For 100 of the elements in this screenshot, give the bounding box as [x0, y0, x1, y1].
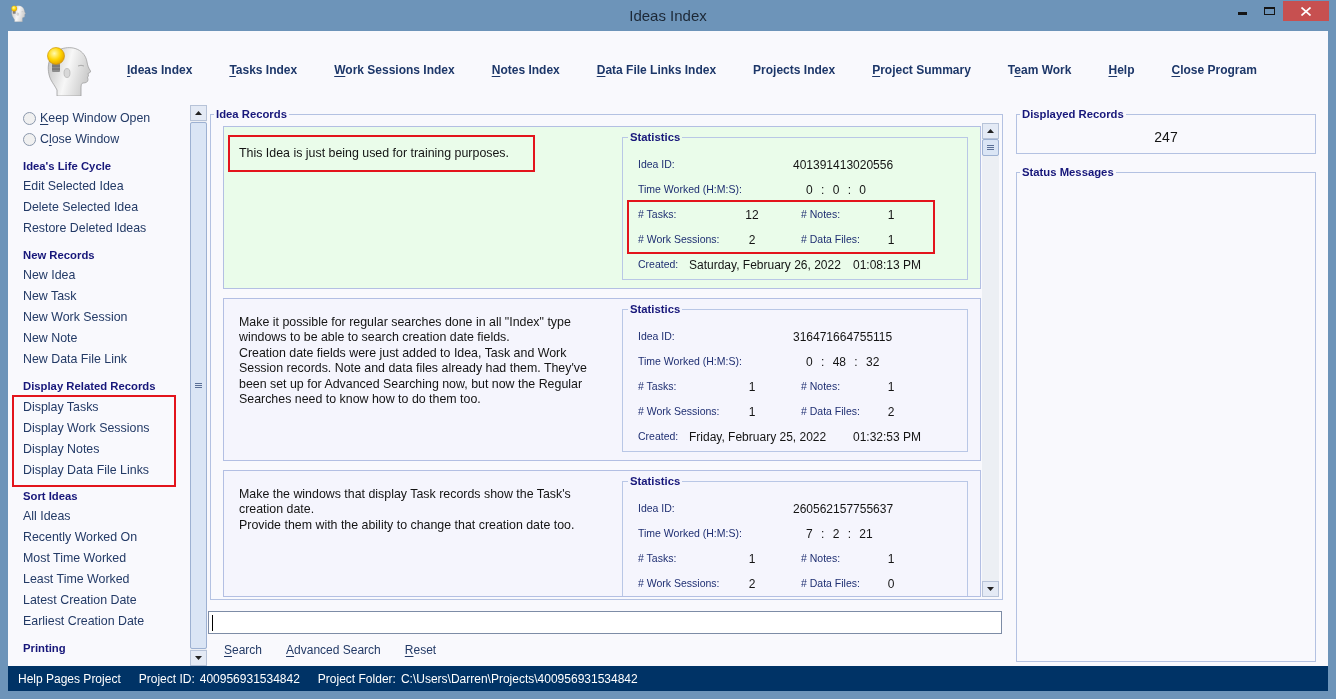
menu-link[interactable]: Ideas Index: [127, 63, 193, 78]
action-link[interactable]: Advanced Search: [286, 641, 381, 659]
description-text: Make the windows that display Task records show the Task's creation date. Provide them with the ability to change that creation date too.: [239, 487, 576, 534]
field-label: # Work Sessions:: [638, 403, 720, 419]
section-heading: Idea's Life Cycle: [23, 158, 112, 174]
action-link[interactable]: Reset: [404, 641, 437, 659]
field-value: 2: [748, 231, 756, 249]
field-label: # Tasks:: [638, 550, 677, 566]
up-arrow-icon: [987, 129, 994, 133]
field-value: 0: [887, 575, 895, 593]
field-value: 1: [748, 378, 756, 396]
search-field[interactable]: [208, 611, 1002, 634]
field-label: # Notes:: [801, 378, 841, 394]
field-label: # Data Files:: [801, 575, 860, 591]
sidebar-link[interactable]: Recently Worked On: [23, 528, 138, 547]
field-value: 1: [887, 378, 895, 396]
close-icon: [1301, 6, 1311, 16]
scroll-up-button[interactable]: [982, 123, 999, 139]
sidebar-link[interactable]: Latest Creation Date: [23, 591, 137, 610]
sidebar-link[interactable]: All Ideas: [23, 507, 71, 526]
field-value: 12: [745, 206, 759, 224]
sidebar-link[interactable]: New Work Session: [23, 308, 128, 327]
field-value: 0 : 48 : 32: [806, 353, 880, 371]
field-value: 401391413020556: [793, 156, 894, 174]
sidebar-link[interactable]: Restore Deleted Ideas: [23, 219, 147, 238]
section-heading: Printing: [23, 640, 66, 656]
menu-link[interactable]: Work Sessions Index: [334, 63, 455, 78]
field-value: Friday, February 25, 2022: [689, 428, 827, 446]
status-text: Project ID: 400956931534842: [138, 670, 300, 688]
sidebar-link[interactable]: Least Time Worked: [23, 570, 130, 589]
field-label: # Data Files:: [801, 231, 860, 247]
menu-link[interactable]: Tasks Index: [229, 63, 298, 78]
grip-icon: [195, 383, 202, 388]
up-arrow-icon: [195, 111, 202, 115]
option-label[interactable]: Close Window: [40, 130, 120, 149]
scroll-down-button[interactable]: [190, 650, 207, 666]
sidebar-link[interactable]: Edit Selected Idea: [23, 177, 124, 196]
group-title: Displayed Records: [1021, 107, 1125, 121]
menu-link[interactable]: Team Work: [1007, 63, 1072, 78]
record-card[interactable]: [223, 298, 981, 461]
record-count: 247: [1154, 127, 1178, 147]
down-arrow-icon: [195, 656, 202, 660]
record-card[interactable]: [223, 470, 981, 597]
minimize-icon: [1238, 11, 1247, 15]
radio-button[interactable]: [23, 133, 36, 146]
record-card[interactable]: [223, 126, 981, 289]
group-title: Idea Records: [215, 107, 288, 121]
field-value: 1: [887, 231, 895, 249]
scroll-down-button[interactable]: [982, 581, 999, 597]
field-label: # Notes:: [801, 550, 841, 566]
field-value: 1: [748, 550, 756, 568]
head-lightbulb-icon: [10, 4, 26, 23]
field-label: Time Worked (H:M:S):: [638, 181, 742, 197]
field-value: 260562157755637: [793, 500, 894, 518]
menu-link[interactable]: Notes Index: [491, 63, 560, 78]
option-label[interactable]: Keep Window Open: [40, 109, 151, 128]
status-text: Project Folder: C:\Users\Darren\Projects\400956931534842: [317, 670, 638, 688]
maximize-icon: [1264, 7, 1275, 15]
group-title: Statistics: [629, 302, 682, 316]
sidebar-link[interactable]: Earliest Creation Date: [23, 612, 145, 631]
sidebar-link[interactable]: Display Work Sessions: [23, 419, 150, 438]
field-value: 316471664755115: [793, 328, 893, 346]
sidebar-link[interactable]: Display Data File Links: [23, 461, 150, 480]
action-link[interactable]: Search: [224, 641, 263, 659]
sidebar-link[interactable]: New Task: [23, 287, 77, 306]
field-value: 01:32:53 PM: [853, 428, 922, 446]
sidebar-link[interactable]: New Idea: [23, 266, 76, 285]
field-label: Created:: [638, 256, 679, 272]
field-label: # Work Sessions:: [638, 575, 720, 591]
field-value: Saturday, February 26, 2022: [689, 256, 841, 274]
field-label: # Data Files:: [801, 403, 860, 419]
description-text: Make it possible for regular searches done in all "Index" type windows to be able to search creation date fields. Creation date fields were just added to Idea, Task and Work Session records. Note and data files already had them. They've been set up for Advanced Searching now, but now the Regular Searches need to know how to do them too.: [239, 315, 588, 408]
field-value: 2: [887, 403, 895, 421]
sidebar-link[interactable]: Display Tasks: [23, 398, 99, 417]
field-label: Idea ID:: [638, 328, 675, 344]
description-text: This Idea is just being used for training purposes.: [239, 146, 510, 162]
sidebar-link[interactable]: New Note: [23, 329, 78, 348]
field-label: # Notes:: [801, 206, 841, 222]
section-heading: New Records: [23, 247, 95, 263]
close-button[interactable]: [1283, 1, 1329, 21]
menu-link[interactable]: Data File Links Index: [596, 63, 717, 78]
field-label: Idea ID:: [638, 500, 675, 516]
sidebar-link[interactable]: Display Notes: [23, 440, 100, 459]
sidebar-link[interactable]: Delete Selected Idea: [23, 198, 139, 217]
menu-link[interactable]: Close Program: [1171, 63, 1257, 78]
field-label: # Tasks:: [638, 378, 677, 394]
menu-link[interactable]: Project Summary: [872, 63, 971, 78]
grip-icon: [987, 145, 994, 150]
field-value: 1: [887, 206, 895, 224]
section-heading: Sort Ideas: [23, 488, 78, 504]
field-value: 2: [748, 575, 756, 593]
scrollbar-thumb[interactable]: [982, 139, 999, 156]
radio-button[interactable]: [23, 112, 36, 125]
field-label: # Work Sessions:: [638, 231, 720, 247]
scroll-up-button[interactable]: [190, 105, 207, 121]
menu-link[interactable]: Help: [1108, 63, 1135, 78]
menu-link[interactable]: Projects Index: [753, 63, 836, 78]
sidebar-link[interactable]: Most Time Worked: [23, 549, 127, 568]
sidebar-link[interactable]: New Data File Link: [23, 350, 127, 369]
field-label: # Tasks:: [638, 206, 677, 222]
